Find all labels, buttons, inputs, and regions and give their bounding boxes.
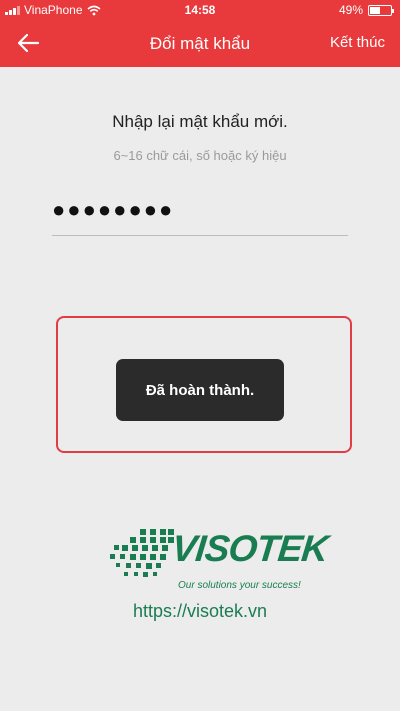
nav-bar: Đổi mật khẩu Kết thúc [0, 20, 400, 67]
status-right: 49% [338, 3, 394, 17]
password-value: ●●●●●●●● [52, 197, 175, 222]
battery-icon [368, 4, 394, 16]
password-input[interactable]: ●●●●●●●● [52, 190, 348, 236]
brand-tagline: Our solutions your success! [178, 580, 301, 591]
screen: VinaPhone 14:58 49% Đổi mật khẩu Kết thú… [0, 0, 400, 711]
password-prompt-title: Nhập lại mật khẩu mới. [112, 112, 288, 131]
battery-percent: 49% [338, 3, 363, 17]
status-bar: VinaPhone 14:58 49% [0, 0, 400, 20]
battery-fill [370, 6, 380, 14]
visotek-logo-icon [110, 529, 174, 577]
done-button[interactable]: Kết thúc [330, 34, 385, 51]
brand-name: VISOTEK [169, 528, 330, 569]
toast-message: Đã hoàn thành. [116, 359, 284, 421]
password-hint: 6~16 chữ cái, số hoặc ký hiệu [113, 148, 287, 163]
header: VinaPhone 14:58 49% Đổi mật khẩu Kết thú… [0, 0, 400, 67]
website-url: https://visotek.vn [132, 601, 268, 621]
